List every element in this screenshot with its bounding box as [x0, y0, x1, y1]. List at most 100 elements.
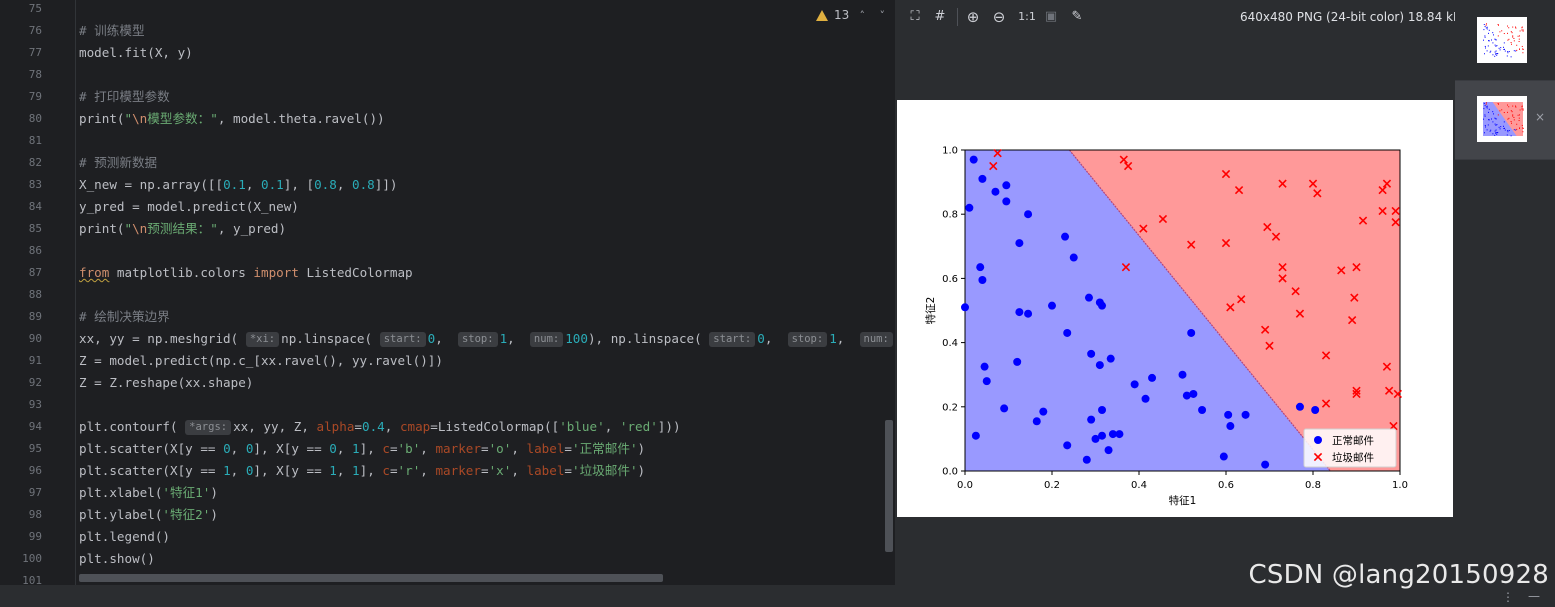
- thumbnail-point: [1483, 103, 1485, 105]
- code-line[interactable]: # 绘制决策边界: [79, 306, 170, 328]
- thumbnail-point: [1484, 115, 1486, 117]
- thumbnail-point: [1506, 55, 1508, 57]
- thumbnail-point: [1493, 113, 1494, 115]
- data-point-normal: [1039, 407, 1048, 416]
- thumbnail-point: [1485, 106, 1487, 108]
- thumbnail-panel: ×: [1455, 0, 1555, 585]
- thumbnail-point: [1486, 102, 1487, 104]
- color-picker-icon[interactable]: ✎: [1069, 9, 1085, 25]
- line-number: 83: [28, 178, 42, 191]
- thumbnail-point: [1511, 32, 1513, 34]
- thumbnail-point: [1513, 119, 1515, 121]
- code-line[interactable]: # 预测新数据: [79, 152, 157, 174]
- thumbnail-point: [1518, 41, 1520, 43]
- thumbnail-point: [1492, 111, 1494, 113]
- inspection-widget[interactable]: 13 ˄ ˅: [816, 6, 889, 24]
- thumbnail-point: [1499, 49, 1501, 51]
- thumbnail-point: [1512, 114, 1514, 116]
- code-line[interactable]: y_pred = model.predict(X_new): [79, 196, 299, 218]
- code-line[interactable]: # 打印模型参数: [79, 86, 170, 108]
- warning-count: 13: [834, 8, 850, 22]
- thumbnail-point: [1519, 30, 1521, 32]
- thumbnail-point: [1488, 40, 1490, 42]
- thumbnail-point: [1492, 133, 1494, 135]
- more-options-icon[interactable]: ⋮: [1502, 590, 1514, 604]
- thumbnail-point: [1507, 104, 1508, 106]
- code-line[interactable]: plt.legend(): [79, 526, 170, 548]
- data-point-normal: [1241, 410, 1250, 419]
- thumbnail-point: [1504, 48, 1505, 50]
- thumbnail-point: [1503, 46, 1504, 48]
- vertical-scrollbar[interactable]: [885, 420, 893, 552]
- code-line[interactable]: xx, yy = np.meshgrid( *xi: np.linspace( s…: [79, 328, 895, 350]
- minimize-icon[interactable]: —: [1528, 589, 1540, 603]
- thumbnail-item-2[interactable]: ×: [1455, 81, 1555, 159]
- thumbnail-point: [1521, 29, 1523, 31]
- data-point-normal: [1024, 210, 1033, 219]
- thumbnail-point: [1500, 126, 1502, 128]
- code-line[interactable]: from matplotlib.colors import ListedColo…: [79, 262, 413, 284]
- thumbnail-point: [1497, 53, 1499, 55]
- code-editor[interactable]: 75 76 77 78 79 80 81 82 83 84 85 86 87 88 89 90 91 92 93 94…: [0, 0, 895, 585]
- line-number: 99: [28, 530, 42, 543]
- zoom-in-icon[interactable]: ⊕: [965, 9, 981, 25]
- data-point-normal: [1098, 431, 1107, 440]
- thumbnail-point: [1487, 124, 1489, 126]
- code-line[interactable]: Z = Z.reshape(xx.shape): [79, 372, 253, 394]
- code-line[interactable]: plt.contourf( *args: xx, yy, Z, alpha=0.4…: [79, 416, 681, 438]
- code-line[interactable]: X_new = np.array([[0.1, 0.1], [0.8, 0.8]…: [79, 174, 398, 196]
- close-icon[interactable]: ×: [1535, 110, 1545, 124]
- actual-size-button[interactable]: 1:1: [1017, 9, 1037, 25]
- data-point-normal: [976, 263, 985, 272]
- horizontal-scrollbar[interactable]: [79, 574, 663, 582]
- thumbnail-point: [1495, 124, 1497, 126]
- thumbnail-point: [1483, 118, 1484, 120]
- line-number: 98: [28, 508, 42, 521]
- line-number: 88: [28, 288, 42, 301]
- code-line[interactable]: plt.scatter(X[y == 0, 0], X[y == 0, 1], …: [79, 438, 645, 460]
- thumbnail-point: [1504, 127, 1505, 129]
- data-point-normal: [1187, 328, 1196, 337]
- thumbnail-point: [1496, 133, 1498, 135]
- code-line[interactable]: print("\n模型参数：", model.theta.ravel()): [79, 108, 385, 130]
- background-toggle-icon[interactable]: ▣: [1043, 9, 1059, 25]
- code-line[interactable]: plt.ylabel('特征2'): [79, 504, 218, 526]
- previous-problem-button[interactable]: ˄: [855, 9, 869, 22]
- data-point-normal: [961, 303, 969, 312]
- thumbnail-point: [1497, 132, 1499, 134]
- code-line[interactable]: plt.scatter(X[y == 1, 0], X[y == 1, 1], …: [79, 460, 645, 482]
- line-number: 92: [28, 376, 42, 389]
- code-line[interactable]: plt.xlabel('特征1'): [79, 482, 218, 504]
- code-line[interactable]: model.fit(X, y): [79, 42, 193, 64]
- thumbnail-point: [1506, 134, 1508, 136]
- line-number: 89: [28, 310, 42, 323]
- code-line[interactable]: # 训练模型: [79, 20, 145, 42]
- thumbnail-point: [1494, 51, 1496, 53]
- thumbnail-point: [1513, 50, 1515, 52]
- code-line[interactable]: print("\n预测结果：", y_pred): [79, 218, 286, 240]
- code-line[interactable]: Z = model.predict(np.c_[xx.ravel(), yy.r…: [79, 350, 443, 372]
- thumbnail-point: [1490, 129, 1492, 131]
- crop-icon[interactable]: #: [932, 9, 948, 25]
- thumbnail-point: [1510, 31, 1512, 33]
- zoom-out-icon[interactable]: ⊖: [991, 9, 1007, 25]
- thumbnail-point: [1485, 24, 1487, 26]
- thumbnail-point: [1521, 106, 1523, 108]
- code-line[interactable]: plt.show(): [79, 548, 155, 570]
- thumbnail-point: [1507, 118, 1509, 120]
- data-point-normal: [1311, 406, 1320, 415]
- line-number: 94: [28, 420, 42, 433]
- data-point-normal: [1261, 460, 1270, 469]
- thumbnail-point: [1498, 126, 1500, 128]
- thumbnail-point: [1486, 23, 1487, 25]
- line-number: 97: [28, 486, 42, 499]
- thumbnail-item-1[interactable]: [1455, 2, 1555, 80]
- thumbnail-point: [1501, 30, 1503, 32]
- data-point-normal: [1087, 415, 1096, 424]
- next-problem-button[interactable]: ˅: [875, 9, 889, 22]
- x-tick-label: 0.0: [957, 480, 973, 491]
- data-point-normal: [1002, 197, 1011, 206]
- fit-to-window-icon[interactable]: ⛶: [907, 9, 923, 25]
- data-point-normal: [1178, 370, 1187, 379]
- thumbnail-point: [1496, 45, 1498, 47]
